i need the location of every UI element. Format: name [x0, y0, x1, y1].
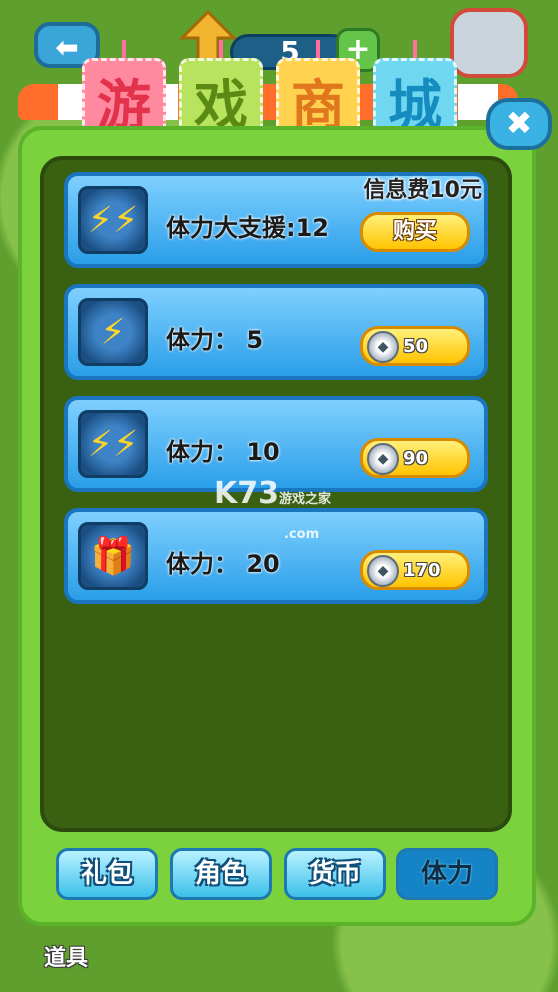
diamond-icon: ◆	[367, 331, 399, 363]
watermark-main: K73	[214, 476, 279, 511]
buy-button[interactable]: 购买	[360, 212, 470, 252]
diamond-icon: ◆	[367, 555, 399, 587]
price-button[interactable]: ◆ 90	[360, 438, 470, 478]
tab-character[interactable]: 角色	[170, 848, 272, 900]
item-label: 体力： 10	[166, 438, 280, 466]
fee-text: 信息费10元	[363, 178, 482, 203]
shop-item: ⚡ 体力： 5 ◆ 50	[64, 284, 488, 380]
item-label: 体力： 5	[166, 326, 264, 354]
price-value: 50	[403, 336, 429, 357]
diamond-icon: ◆	[367, 443, 399, 475]
item-label: 体力大支援:12	[166, 214, 329, 242]
watermark-domain: .com	[284, 527, 320, 542]
price-value: 170	[403, 560, 441, 581]
watermark-sub: 游戏之家	[279, 492, 332, 507]
robot-avatar-icon[interactable]	[450, 8, 528, 78]
tab-gift-pack[interactable]: 礼包	[56, 848, 158, 900]
price-button[interactable]: ◆ 50	[360, 326, 470, 366]
shop-item: ⚡⚡ 体力大支援:12 信息费10元 购买	[64, 172, 488, 268]
double-lightning-icon: ⚡⚡	[78, 410, 148, 478]
gift-lightning-icon: 🎁	[78, 522, 148, 590]
watermark: K73游戏之家 .com	[214, 476, 331, 546]
lightning-icon: ⚡	[78, 298, 148, 366]
double-lightning-icon: ⚡⚡	[78, 186, 148, 254]
item-label: 体力： 20	[166, 550, 280, 578]
category-tabs: 礼包 角色 货币 体力	[56, 848, 506, 902]
price-value: 90	[403, 448, 429, 469]
tab-stamina[interactable]: 体力	[396, 848, 498, 900]
tab-currency[interactable]: 货币	[284, 848, 386, 900]
close-button[interactable]: ✖	[486, 98, 552, 150]
props-label: 道具	[44, 946, 89, 971]
price-button[interactable]: ◆ 170	[360, 550, 470, 590]
